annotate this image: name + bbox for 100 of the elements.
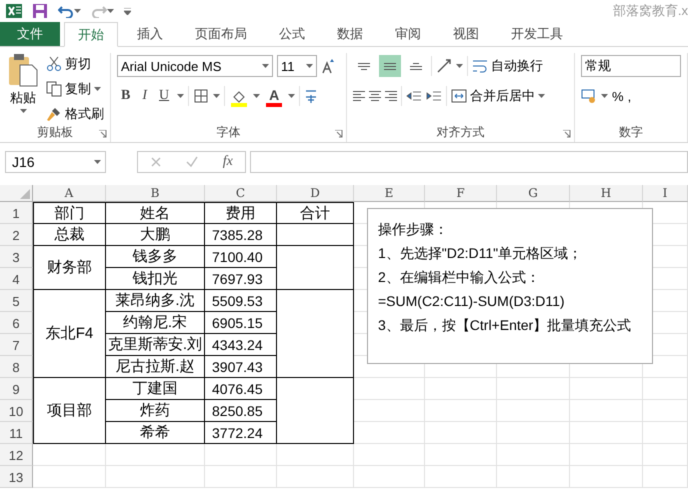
- row-header[interactable]: 12: [0, 444, 33, 466]
- bold-button[interactable]: B: [117, 85, 134, 107]
- row-header[interactable]: 5: [0, 290, 33, 312]
- row-header[interactable]: 6: [0, 312, 33, 334]
- clipboard-icon: [8, 53, 38, 87]
- align-right-icon: [384, 91, 397, 101]
- table-cell: 项目部: [33, 378, 106, 444]
- empty-cell: [425, 378, 497, 400]
- comma-style-button[interactable]: ,: [628, 85, 632, 107]
- caret-icon: [601, 94, 608, 98]
- fill-color-bar: [231, 103, 248, 107]
- dialog-launcher-icon: [334, 130, 343, 138]
- column-header[interactable]: G: [497, 185, 570, 202]
- table-cell: 克里斯蒂安.刘: [106, 334, 205, 356]
- file-tab[interactable]: 文件: [0, 22, 60, 46]
- column-header[interactable]: B: [106, 185, 205, 202]
- redo-icon: [91, 4, 107, 18]
- empty-cell: [643, 422, 688, 444]
- column-header[interactable]: I: [643, 185, 688, 202]
- currency-icon: [581, 88, 597, 104]
- percent-button[interactable]: %: [612, 85, 624, 107]
- ribbon-tab[interactable]: 开始: [64, 22, 118, 47]
- save-button[interactable]: [32, 1, 48, 21]
- align-bottom-icon: [410, 62, 422, 70]
- table-cell: 财务部: [33, 246, 106, 290]
- name-box[interactable]: J16: [5, 151, 106, 173]
- copy-icon: [46, 80, 62, 96]
- number-format-dropdown[interactable]: 常规: [581, 55, 681, 77]
- row-header[interactable]: 3: [0, 246, 33, 268]
- caret-icon: [20, 109, 26, 113]
- caret-icon: [177, 94, 184, 98]
- table-cell: 4076.45: [205, 378, 277, 400]
- merge-center-button[interactable]: 合并后居中: [450, 85, 545, 107]
- row-header[interactable]: 10: [0, 400, 33, 422]
- header-cell: 部门: [33, 202, 106, 224]
- insert-function-button[interactable]: fx: [222, 154, 233, 170]
- row-header[interactable]: 8: [0, 356, 33, 378]
- table-cell: 8250.85: [205, 400, 277, 422]
- table-cell: 4343.24: [205, 334, 277, 356]
- note-text: 2、在编辑栏中输入公式：: [378, 268, 541, 287]
- caret-icon: [306, 64, 313, 68]
- table-cell: 大鹏: [106, 224, 205, 246]
- column-header[interactable]: F: [425, 185, 497, 202]
- row-header[interactable]: 1: [0, 202, 33, 224]
- row-header[interactable]: 4: [0, 268, 33, 290]
- empty-cell: [354, 444, 425, 466]
- table-cell: 7385.28: [205, 224, 277, 246]
- underline-button[interactable]: U: [155, 85, 174, 107]
- table-cell: 希希: [106, 422, 205, 444]
- empty-cell: [643, 444, 688, 466]
- column-header[interactable]: D: [277, 185, 354, 202]
- empty-cell: [425, 400, 497, 422]
- row-header[interactable]: 9: [0, 378, 33, 400]
- caret-icon: [288, 94, 296, 98]
- caret-icon: [94, 160, 101, 164]
- cut-button[interactable]: 剪切: [46, 53, 104, 74]
- font-color-button[interactable]: A: [264, 85, 284, 107]
- grow-font-icon: [321, 58, 335, 74]
- paste-button[interactable]: 粘贴: [6, 53, 40, 124]
- format-painter-button[interactable]: 格式刷: [46, 103, 104, 124]
- spreadsheet-app-icon: [6, 3, 22, 19]
- align-top-icon: [358, 62, 370, 70]
- empty-cell: [643, 466, 688, 488]
- caret-icon: [107, 9, 114, 13]
- merge-cells-icon: [450, 88, 467, 104]
- row-header[interactable]: 7: [0, 334, 33, 356]
- group-label: 对齐方式: [435, 124, 486, 141]
- font-size-dropdown[interactable]: 11: [277, 55, 317, 77]
- column-header[interactable]: C: [205, 185, 277, 202]
- copy-button[interactable]: 复制: [46, 78, 104, 99]
- wrap-text-button[interactable]: 自动换行: [472, 55, 543, 77]
- formula-input[interactable]: [250, 151, 688, 173]
- table-cell: 总裁: [33, 224, 106, 246]
- row-header[interactable]: 2: [0, 224, 33, 246]
- empty-cell: [354, 466, 425, 488]
- row-header[interactable]: 11: [0, 422, 33, 444]
- row-header[interactable]: 13: [0, 466, 33, 488]
- column-header[interactable]: A: [33, 185, 106, 202]
- header-cell: 姓名: [106, 202, 205, 224]
- italic-button[interactable]: I: [138, 85, 152, 107]
- empty-cell: [643, 378, 688, 400]
- close-icon: [150, 156, 162, 168]
- table-cell: 钱扣光: [106, 268, 205, 290]
- font-family-dropdown[interactable]: Arial Unicode MS: [117, 55, 273, 77]
- empty-cell: [643, 400, 688, 422]
- dialog-launcher-icon: [563, 130, 571, 138]
- table-cell: 炸药: [106, 400, 205, 422]
- table-cell: 钱多多: [106, 246, 205, 268]
- borders-icon: [193, 88, 210, 104]
- align-button[interactable]: [378, 55, 401, 77]
- header-cell: 合计: [277, 202, 354, 224]
- column-header[interactable]: H: [570, 185, 643, 202]
- table-cell: 莱昂纳多.沈: [106, 290, 205, 312]
- paintbrush-icon: [46, 106, 62, 122]
- align-center-icon: [368, 91, 381, 101]
- column-header[interactable]: E: [354, 185, 425, 202]
- save-icon: [32, 3, 48, 19]
- table-cell: 7697.93: [205, 268, 277, 290]
- empty-cell: [205, 466, 277, 488]
- window-title: 部落窝教育.x: [612, 2, 688, 20]
